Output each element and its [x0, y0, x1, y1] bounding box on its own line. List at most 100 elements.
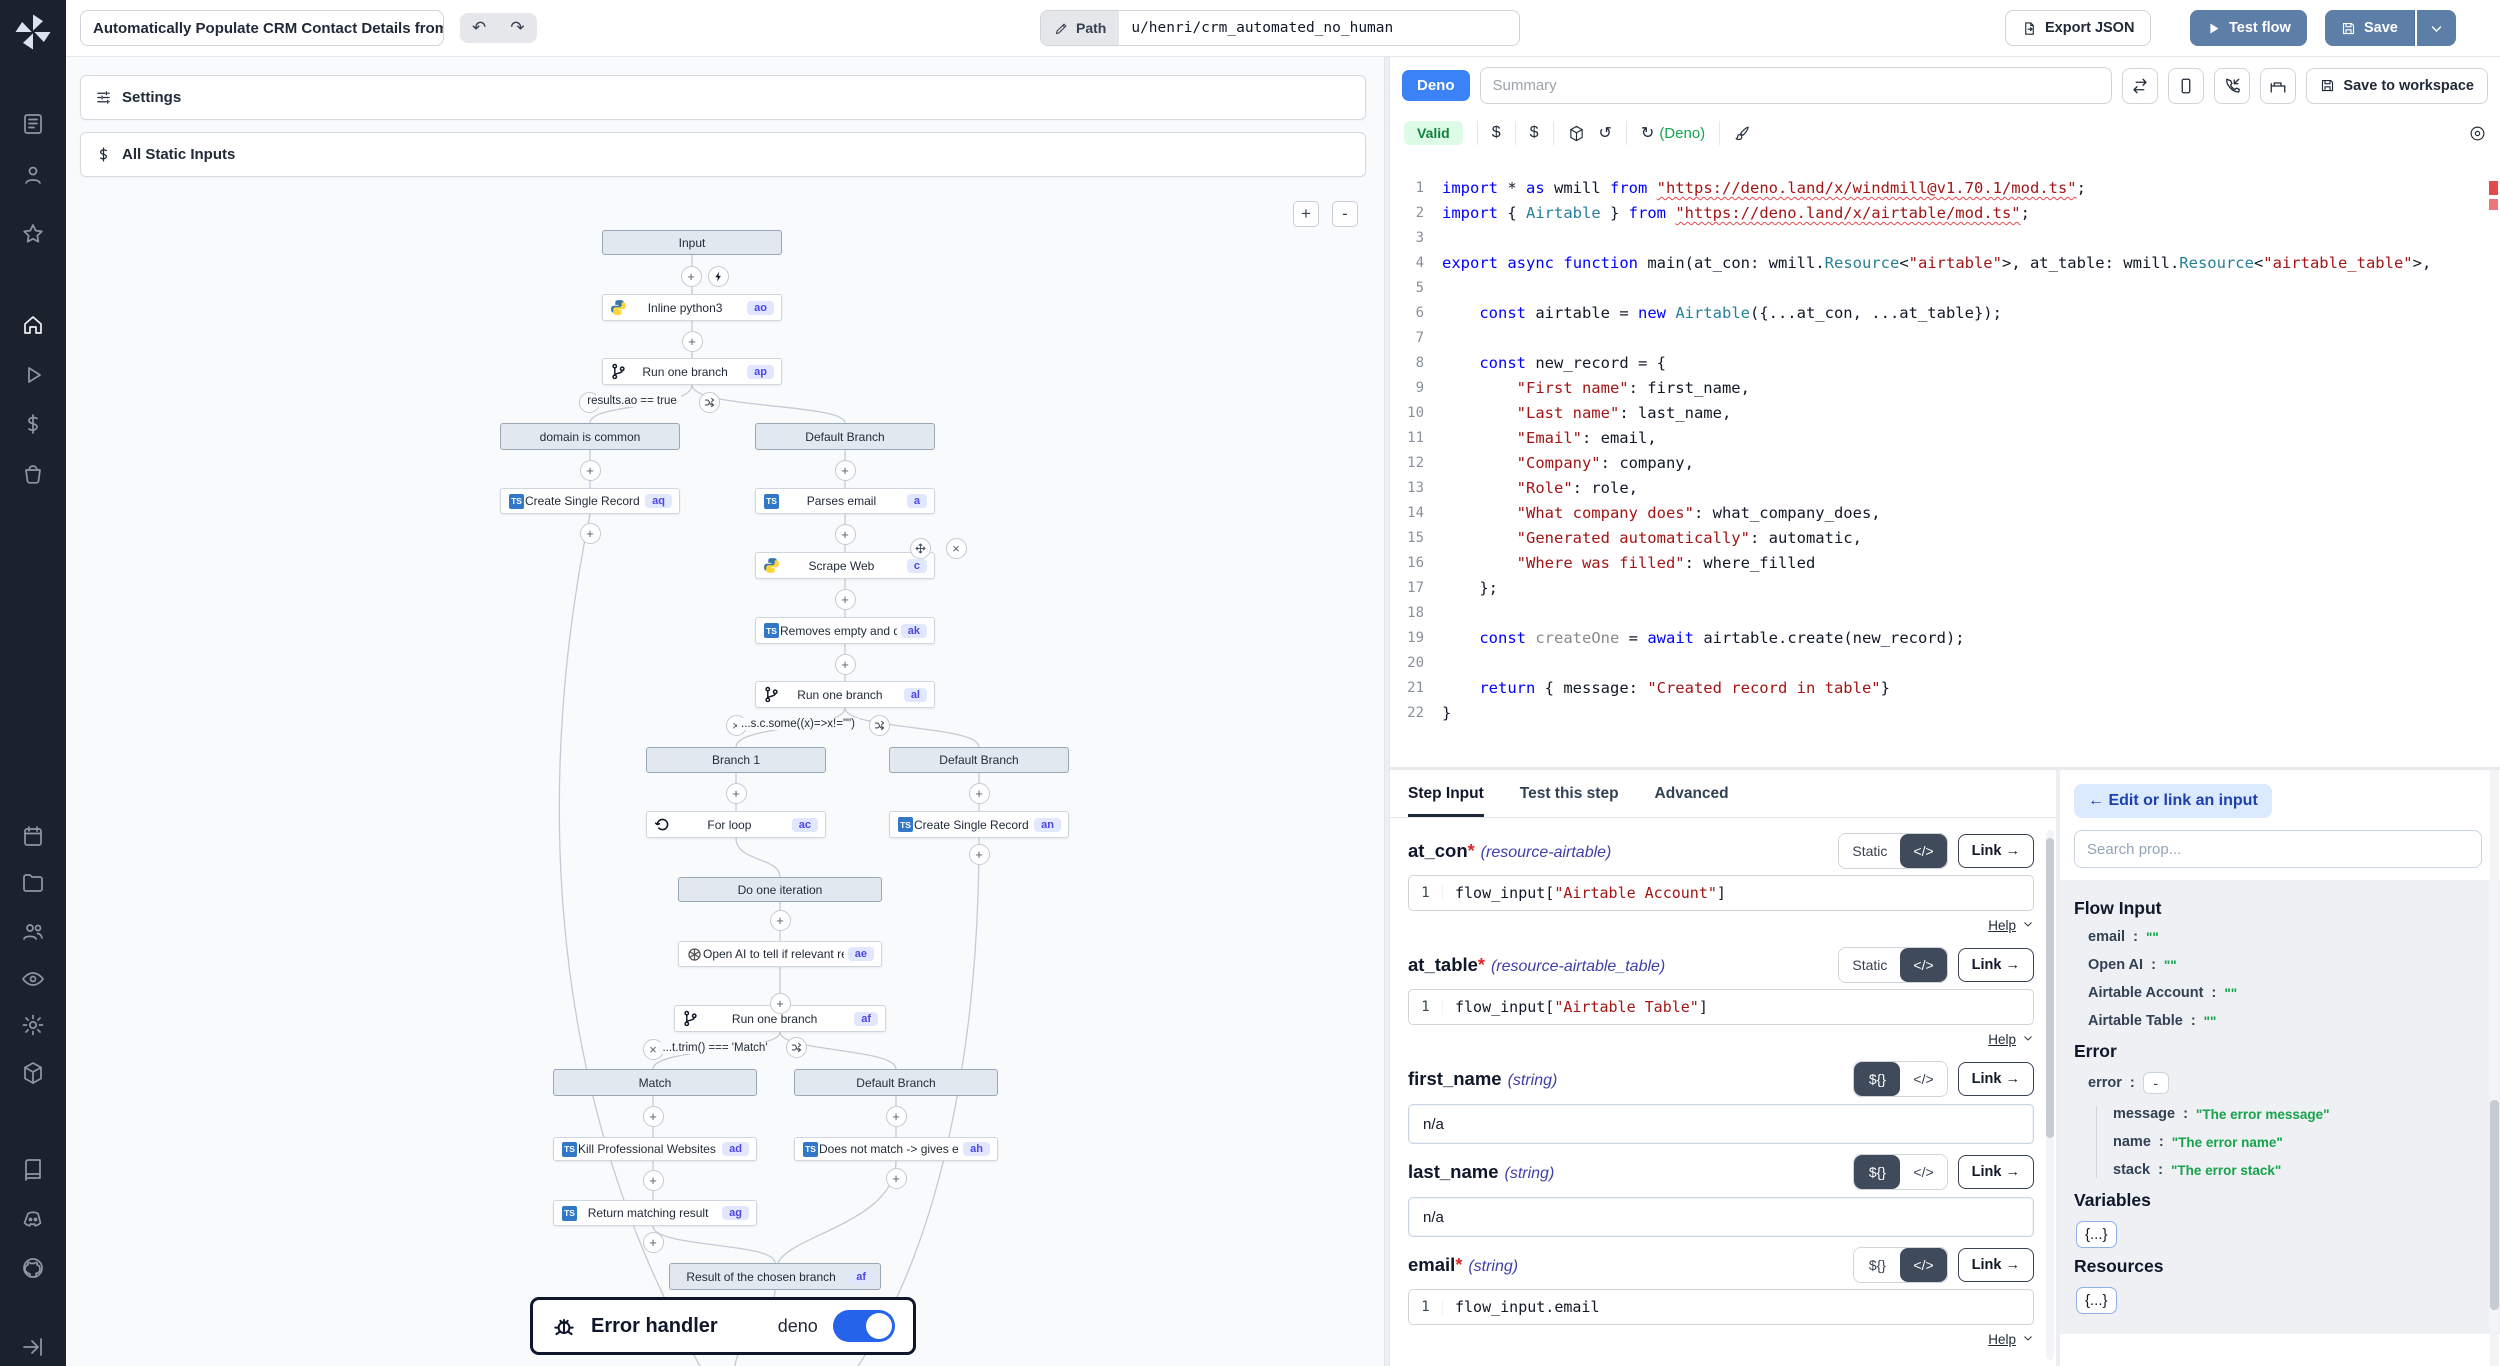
- add-step-icon[interactable]: +: [969, 844, 990, 865]
- flow-node[interactable]: Run one branchap: [602, 358, 782, 385]
- schedules-icon[interactable]: [17, 820, 49, 852]
- workbench-icon[interactable]: [2260, 68, 2296, 104]
- link-button[interactable]: Link →: [1958, 1248, 2034, 1282]
- save-dropdown-button[interactable]: [2417, 10, 2456, 46]
- link-button[interactable]: Link →: [1958, 834, 2034, 868]
- reset-icon[interactable]: ↺: [1599, 123, 1612, 143]
- trigger-icon[interactable]: [708, 266, 729, 287]
- context-prop-stack[interactable]: stack:"The error stack": [2113, 1162, 2486, 1178]
- docs-icon[interactable]: [17, 1154, 49, 1186]
- groups-icon[interactable]: [17, 915, 49, 947]
- toggle-code[interactable]: </>: [1900, 834, 1946, 868]
- search-prop-input[interactable]: [2074, 830, 2482, 868]
- mobile-view-icon[interactable]: [2168, 68, 2204, 104]
- package-icon[interactable]: [1568, 125, 1585, 142]
- add-step-icon[interactable]: +: [835, 654, 856, 675]
- github-icon[interactable]: [17, 1252, 49, 1284]
- resources-icon[interactable]: [17, 458, 49, 490]
- format-brush-icon[interactable]: [1734, 125, 1751, 142]
- save-button[interactable]: Save: [2325, 10, 2415, 46]
- zoom-out-button[interactable]: -: [1332, 201, 1358, 227]
- add-step-icon[interactable]: +: [969, 783, 990, 804]
- toggle-template[interactable]: ${}: [1854, 1155, 1900, 1189]
- collapse-icon[interactable]: [17, 1331, 49, 1363]
- zoom-in-button[interactable]: +: [1293, 201, 1319, 227]
- flow-node[interactable]: Default Branch: [889, 747, 1069, 773]
- chevron-down-icon[interactable]: [2022, 1032, 2034, 1047]
- flow-title-input[interactable]: Automatically Populate CRM Contact Detai…: [80, 10, 444, 46]
- path-field[interactable]: Path u/henri/crm_automated_no_human: [1040, 10, 1520, 46]
- test-flow-button[interactable]: Test flow: [2190, 10, 2307, 46]
- help-link[interactable]: Help: [1988, 1032, 2016, 1047]
- context-scrollbar[interactable]: [2490, 770, 2499, 1366]
- redo-icon[interactable]: ↷: [498, 16, 536, 40]
- windmill-logo-icon[interactable]: [13, 12, 53, 52]
- toggle-code[interactable]: </>: [1900, 948, 1946, 982]
- expr-editor[interactable]: 1flow_input.email: [1408, 1289, 2034, 1325]
- language-badge[interactable]: Deno: [1402, 70, 1470, 101]
- branch-compare-icon[interactable]: [699, 392, 720, 413]
- code-editor[interactable]: 1import * as wmill from "https://deno.la…: [1390, 176, 2500, 767]
- add-step-icon[interactable]: +: [726, 783, 747, 804]
- context-prop-airtable-account[interactable]: Airtable Account:"": [2088, 985, 2486, 1001]
- context-prop-open-ai[interactable]: Open AI:"": [2088, 957, 2486, 973]
- add-step-icon[interactable]: +: [682, 331, 703, 352]
- close-icon[interactable]: ×: [946, 538, 967, 559]
- add-step-icon[interactable]: +: [580, 460, 601, 481]
- flow-node[interactable]: Run one branchal: [755, 681, 935, 708]
- vertical-splitter[interactable]: [1384, 57, 1390, 1366]
- scripts-icon[interactable]: [17, 108, 49, 140]
- save-to-workspace-button[interactable]: Save to workspace: [2306, 68, 2488, 104]
- add-step-icon[interactable]: +: [643, 1232, 664, 1253]
- chevron-down-icon[interactable]: [2022, 918, 2034, 933]
- flow-node[interactable]: TSCreate Single Record (Airtable)an: [889, 811, 1069, 838]
- flow-node[interactable]: Input: [602, 230, 782, 255]
- settings-icon[interactable]: [17, 1009, 49, 1041]
- summary-input[interactable]: [1480, 67, 2113, 104]
- toggle-code[interactable]: </>: [1900, 1155, 1946, 1189]
- variables-icon[interactable]: [17, 408, 49, 440]
- path-value[interactable]: u/henri/crm_automated_no_human: [1119, 11, 1405, 45]
- value-input[interactable]: n/a: [1408, 1104, 2034, 1144]
- horizontal-splitter[interactable]: [1390, 767, 2500, 770]
- branch-compare-icon[interactable]: [869, 715, 890, 736]
- home-icon[interactable]: [17, 309, 49, 341]
- folders-icon[interactable]: [17, 867, 49, 899]
- discord-icon[interactable]: [17, 1204, 49, 1236]
- expand-object-chip[interactable]: {...}: [2076, 1221, 2117, 1248]
- context-prop-error[interactable]: error:-: [2088, 1072, 2486, 1094]
- link-button[interactable]: Link →: [1958, 1155, 2034, 1189]
- flow-node[interactable]: TSKill Professional Websites mentionsad: [553, 1137, 757, 1161]
- flow-settings-bar[interactable]: Settings: [80, 75, 1366, 120]
- add-step-icon[interactable]: +: [643, 1106, 664, 1127]
- user-icon[interactable]: [17, 159, 49, 191]
- toggle-template[interactable]: ${}: [1854, 1062, 1900, 1096]
- add-step-icon[interactable]: +: [835, 589, 856, 610]
- flow-node[interactable]: Default Branch: [755, 423, 935, 450]
- expr-editor[interactable]: 1flow_input["Airtable Account"]: [1408, 875, 2034, 911]
- assistant-dollar-icon[interactable]: $: [1492, 124, 1501, 142]
- export-json-button[interactable]: Export JSON: [2005, 10, 2151, 46]
- all-static-inputs-bar[interactable]: All Static Inputs: [80, 132, 1366, 177]
- toggle-template[interactable]: ${}: [1854, 1248, 1900, 1282]
- add-step-icon[interactable]: +: [643, 1170, 664, 1191]
- flow-node[interactable]: Scrape Webc: [755, 552, 935, 579]
- flow-node[interactable]: TSRemoves empty and duplicatesak: [755, 617, 935, 644]
- flow-node[interactable]: TSCreate Single Record (Airtable)aq: [500, 488, 680, 514]
- panel-divider[interactable]: [2056, 770, 2060, 1366]
- expand-object-chip[interactable]: {...}: [2076, 1287, 2117, 1314]
- tab-advanced[interactable]: Advanced: [1655, 785, 1729, 817]
- flow-node[interactable]: For loopac: [646, 811, 826, 838]
- value-input[interactable]: n/a: [1408, 1197, 2034, 1237]
- diff-icon[interactable]: [2122, 68, 2158, 104]
- add-step-icon[interactable]: +: [580, 523, 601, 544]
- move-node-icon[interactable]: [910, 538, 931, 559]
- link-button[interactable]: Link →: [1958, 1062, 2034, 1096]
- toggle-code[interactable]: </>: [1900, 1062, 1946, 1096]
- fields-scrollbar[interactable]: [2046, 830, 2054, 1360]
- flow-node[interactable]: Branch 1: [646, 747, 826, 773]
- flow-node[interactable]: Default Branch: [794, 1069, 998, 1096]
- add-step-icon[interactable]: +: [770, 993, 791, 1014]
- workers-icon[interactable]: [17, 1057, 49, 1089]
- flow-node[interactable]: domain is common: [500, 423, 680, 450]
